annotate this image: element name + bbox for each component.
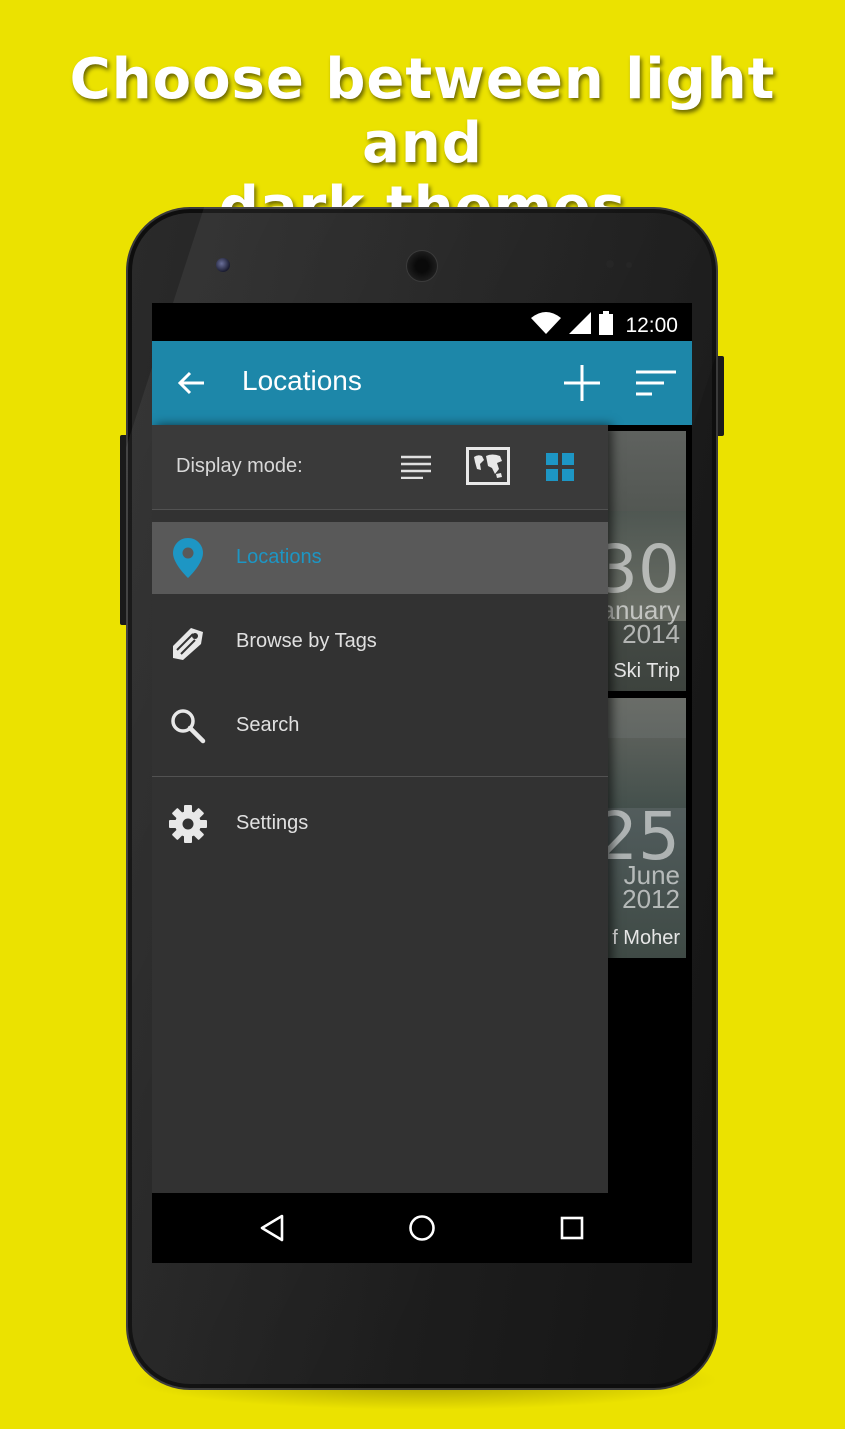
card-year: 2012 [622,884,680,914]
list-view-icon[interactable] [396,449,436,485]
recents-square-icon[interactable] [552,1208,592,1248]
drawer-item-label: Search [236,714,300,736]
gear-icon [168,802,208,846]
add-icon[interactable] [562,363,602,403]
headline-line-1: Choose between light and [69,47,776,176]
card-caption: Ski Trip [613,660,680,682]
grid-view-icon[interactable] [540,449,580,485]
drawer-item-label: Locations [236,546,322,568]
map-view-icon[interactable] [464,445,512,487]
light-sensor [626,262,632,268]
card-year: 2014 [622,619,680,649]
earpiece-speaker [406,250,438,282]
sort-icon[interactable] [634,363,678,403]
drawer-divider [152,776,608,777]
display-mode-label: Display mode: [176,455,303,477]
navigation-drawer: Display mode: Locations Browse by Tags S… [152,425,608,1193]
arrow-back-icon[interactable] [172,363,212,403]
back-triangle-icon[interactable] [252,1208,292,1248]
drawer-item-label: Browse by Tags [236,630,377,652]
signal-icon [569,312,592,340]
search-icon [168,704,208,748]
card-day: 30 [596,531,680,608]
app-bar: Locations [152,341,692,425]
battery-icon [599,311,614,341]
phone-screen: 12:00 Locations 30 anuary 2014 Ski Trip … [152,303,692,1263]
status-time: 12:00 [625,314,678,337]
home-circle-icon[interactable] [402,1208,442,1248]
display-mode-row: Display mode: [152,425,608,509]
card-caption: f Moher [612,927,680,949]
drawer-item-browse-by-tags[interactable]: Browse by Tags [152,606,608,678]
wifi-icon [531,312,562,340]
location-pin-icon [168,536,208,580]
front-camera [216,258,230,272]
drawer-item-locations[interactable]: Locations [152,522,608,594]
tag-icon [168,620,208,664]
drawer-item-search[interactable]: Search [152,690,608,762]
page-title: Locations [242,365,362,396]
drawer-item-settings[interactable]: Settings [152,788,608,860]
system-nav-bar [152,1193,692,1263]
drawer-divider [152,509,608,510]
proximity-sensor [606,260,614,268]
status-bar: 12:00 [152,303,692,341]
drawer-item-label: Settings [236,812,309,834]
